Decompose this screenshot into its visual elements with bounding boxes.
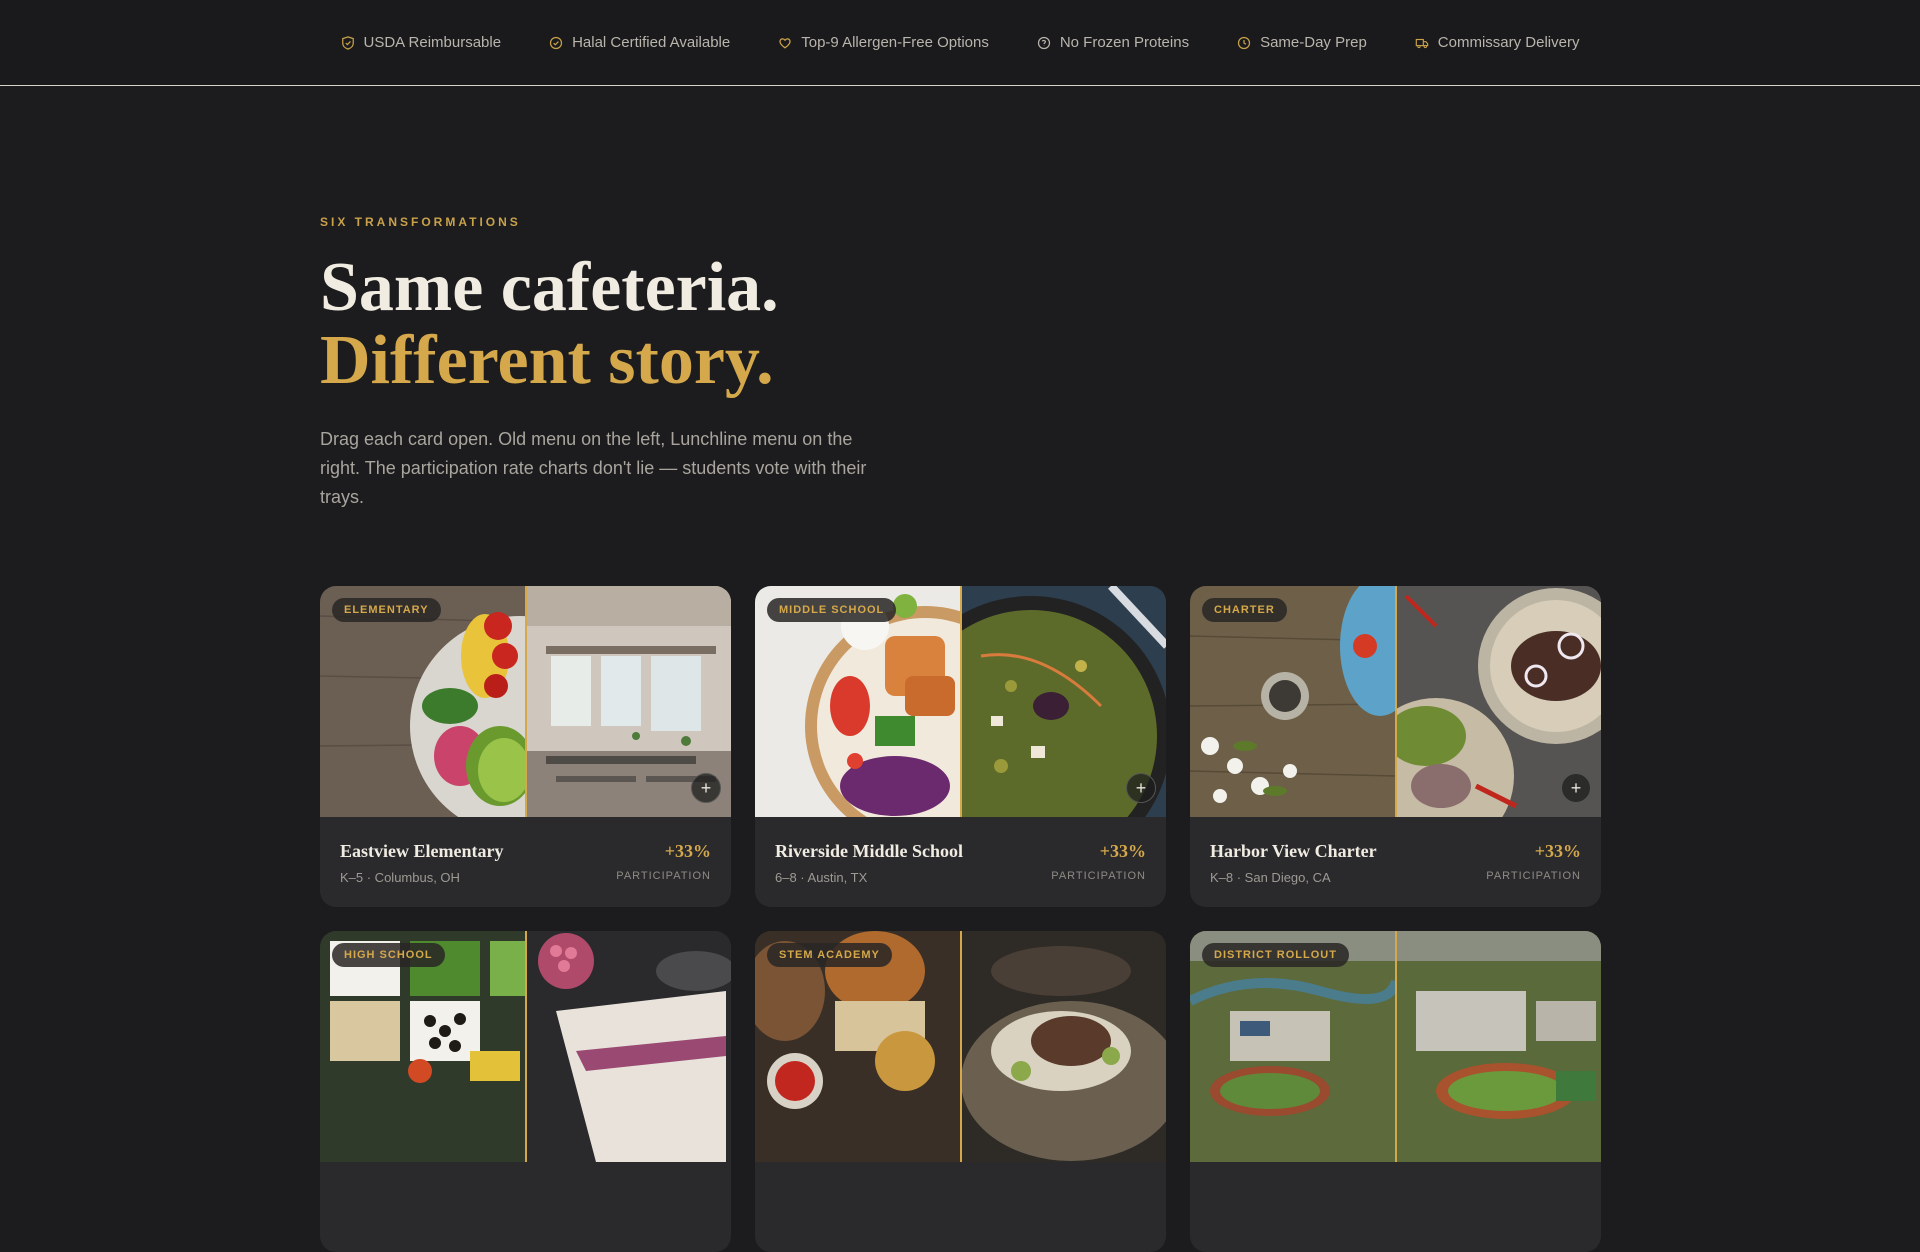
school-meta: K–5 · Columbus, OH: [340, 870, 460, 885]
page-title: Same cafeteria. Different story.: [320, 251, 960, 397]
slider-handle[interactable]: [1395, 586, 1397, 817]
section-eyebrow: SIX TRANSFORMATIONS: [320, 215, 521, 229]
new-menu-image: [525, 931, 731, 1162]
slider-handle[interactable]: [525, 931, 527, 1162]
expand-button[interactable]: +: [1561, 773, 1591, 803]
slider-handle[interactable]: [960, 931, 962, 1162]
trust-item-label: USDA Reimbursable: [363, 34, 502, 51]
before-after-slider[interactable]: HIGH SCHOOL: [320, 931, 731, 1162]
school-name: Riverside Middle School: [775, 841, 963, 861]
category-tag: DISTRICT ROLLOUT: [1202, 943, 1349, 967]
case-card-harbor-view[interactable]: CHARTER + Harbor View Charter K–8 · San …: [1190, 586, 1601, 907]
case-card-stem-academy[interactable]: STEM ACADEMY: [755, 931, 1166, 1252]
participation-stat: +33%: [1534, 841, 1581, 861]
trust-item-usda: USDA Reimbursable: [341, 34, 502, 51]
trust-item-no-frozen: No Frozen Proteins: [1037, 34, 1189, 51]
case-card-eastview[interactable]: ELEMENTARY + Eastview Elementary K–5 · C…: [320, 586, 731, 907]
school-name: Harbor View Charter: [1210, 841, 1377, 861]
before-after-slider[interactable]: CHARTER +: [1190, 586, 1601, 817]
slider-handle[interactable]: [960, 586, 962, 817]
expand-button[interactable]: +: [1126, 773, 1156, 803]
trust-item-allergen: Top-9 Allergen-Free Options: [778, 34, 989, 51]
new-menu-image: [1395, 931, 1601, 1162]
category-tag: HIGH SCHOOL: [332, 943, 445, 967]
trust-item-label: Halal Certified Available: [572, 34, 731, 51]
new-menu-image: [960, 931, 1166, 1162]
truck-icon: [1415, 38, 1429, 48]
hero-section: SIX TRANSFORMATIONS Same cafeteria. Diff…: [320, 215, 960, 512]
category-tag: ELEMENTARY: [332, 598, 441, 622]
card-info: Eastview Elementary K–5 · Columbus, OH +…: [320, 817, 731, 907]
trust-item-halal: Halal Certified Available: [549, 34, 730, 51]
trust-bar: USDA Reimbursable Halal Certified Availa…: [0, 0, 1920, 86]
title-line-2: Different story.: [320, 322, 774, 399]
school-meta: 6–8 · Austin, TX: [775, 870, 868, 885]
school-meta: K–8 · San Diego, CA: [1210, 870, 1331, 885]
clock-icon: [1237, 36, 1251, 49]
stat-label: PARTICIPATION: [616, 870, 711, 882]
before-after-slider[interactable]: MIDDLE SCHOOL +: [755, 586, 1166, 817]
stat-label: PARTICIPATION: [1051, 870, 1146, 882]
case-study-grid: ELEMENTARY + Eastview Elementary K–5 · C…: [320, 586, 1601, 1252]
slider-handle[interactable]: [525, 586, 527, 817]
trust-item-same-day: Same-Day Prep: [1237, 34, 1367, 51]
before-after-slider[interactable]: STEM ACADEMY: [755, 931, 1166, 1162]
case-card-high-school[interactable]: HIGH SCHOOL: [320, 931, 731, 1252]
shield-icon: [341, 35, 354, 50]
category-tag: CHARTER: [1202, 598, 1287, 622]
title-line-1: Same cafeteria.: [320, 249, 779, 326]
case-card-riverside[interactable]: MIDDLE SCHOOL + Riverside Middle School …: [755, 586, 1166, 907]
participation-stat: +33%: [1099, 841, 1146, 861]
stat-label: PARTICIPATION: [1486, 870, 1581, 882]
snowflake-off-icon: [1037, 36, 1050, 49]
before-after-slider[interactable]: ELEMENTARY +: [320, 586, 731, 817]
expand-button[interactable]: +: [691, 773, 721, 803]
heart-icon: [779, 37, 791, 49]
category-tag: STEM ACADEMY: [767, 943, 892, 967]
trust-item-label: Commissary Delivery: [1437, 34, 1580, 51]
trust-item-delivery: Commissary Delivery: [1415, 34, 1580, 51]
participation-stat: +33%: [664, 841, 711, 861]
case-card-district-rollout[interactable]: DISTRICT ROLLOUT: [1190, 931, 1601, 1252]
check-badge-icon: [549, 36, 563, 49]
slider-handle[interactable]: [1395, 931, 1397, 1162]
hero-description: Drag each card open. Old menu on the lef…: [320, 429, 867, 507]
trust-item-label: No Frozen Proteins: [1059, 34, 1190, 51]
school-name: Eastview Elementary: [340, 841, 504, 861]
card-info: Harbor View Charter K–8 · San Diego, CA …: [1190, 817, 1601, 907]
category-tag: MIDDLE SCHOOL: [767, 598, 897, 622]
before-after-slider[interactable]: DISTRICT ROLLOUT: [1190, 931, 1601, 1162]
card-info: Riverside Middle School 6–8 · Austin, TX…: [755, 817, 1166, 907]
trust-item-label: Same-Day Prep: [1260, 34, 1367, 51]
trust-item-label: Top-9 Allergen-Free Options: [801, 34, 989, 51]
